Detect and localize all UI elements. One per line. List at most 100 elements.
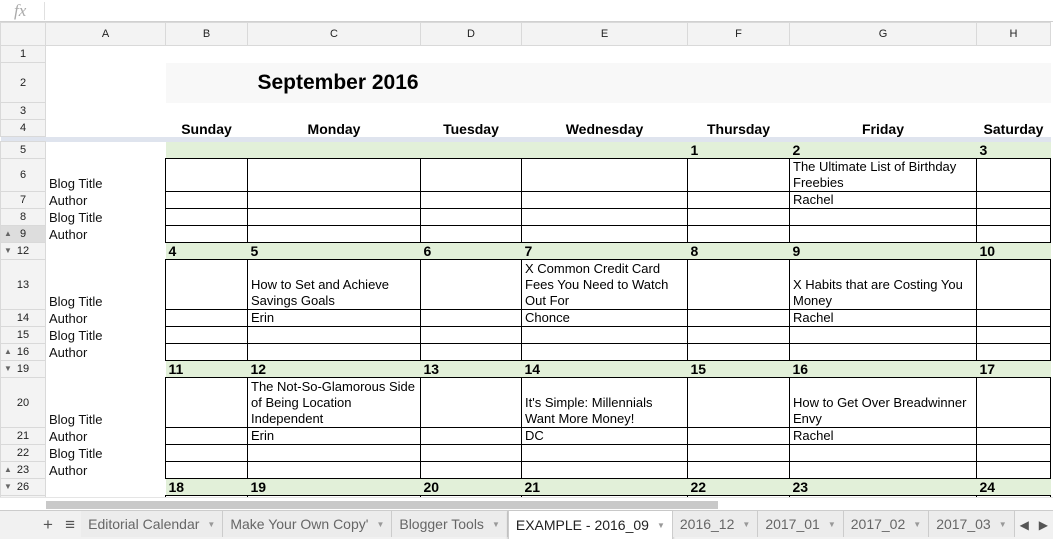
sheet-tab[interactable]: EXAMPLE - 2016_09 ▼: [507, 511, 673, 539]
sheet-tab-menu-icon[interactable]: ▼: [492, 520, 500, 529]
author-cell[interactable]: [976, 191, 1051, 209]
sheet-tab[interactable]: 2016_12 ▼: [672, 511, 759, 537]
blog-title-cell[interactable]: It's Simple: Millennials Want More Money…: [521, 377, 688, 428]
cell[interactable]: [247, 326, 421, 344]
row-header[interactable]: 14: [0, 309, 46, 327]
row-header[interactable]: 8: [0, 208, 46, 226]
cell[interactable]: [789, 461, 977, 479]
date-number[interactable]: 18: [165, 478, 248, 496]
all-sheets-menu-icon[interactable]: ≡: [59, 511, 81, 539]
cell[interactable]: [789, 343, 977, 361]
author-cell[interactable]: [420, 191, 522, 209]
row-header[interactable]: 3: [0, 102, 46, 120]
cell[interactable]: [521, 461, 688, 479]
date-number[interactable]: 10: [976, 242, 1051, 260]
column-header-H[interactable]: H: [976, 22, 1051, 46]
author-cell[interactable]: [521, 191, 688, 209]
cell[interactable]: [165, 208, 248, 226]
expand-group-icon[interactable]: ▼: [4, 244, 12, 259]
cell[interactable]: [688, 46, 790, 63]
row-header[interactable]: 6: [0, 158, 46, 192]
date-number[interactable]: [521, 141, 688, 159]
date-number[interactable]: 11: [165, 360, 248, 378]
sheet-tab-menu-icon[interactable]: ▼: [657, 521, 665, 530]
sheet-tab-menu-icon[interactable]: ▼: [376, 520, 384, 529]
cell[interactable]: [166, 103, 248, 120]
author-cell[interactable]: [420, 309, 522, 327]
cell[interactable]: [165, 343, 248, 361]
cell[interactable]: [46, 120, 166, 137]
cell[interactable]: [420, 208, 522, 226]
column-header-D[interactable]: D: [420, 22, 522, 46]
cell[interactable]: [521, 326, 688, 344]
date-number[interactable]: [247, 141, 421, 159]
blog-title-cell[interactable]: [521, 158, 688, 192]
cell[interactable]: [521, 343, 688, 361]
row-header[interactable]: 23 ▲: [0, 461, 46, 479]
cell[interactable]: [976, 444, 1051, 462]
row-header[interactable]: 13: [0, 259, 46, 310]
cell[interactable]: [687, 461, 790, 479]
author-cell[interactable]: Rachel: [789, 191, 977, 209]
date-number[interactable]: 23: [789, 478, 977, 496]
date-number[interactable]: 15: [687, 360, 790, 378]
row-header[interactable]: 9 ▲: [0, 225, 46, 243]
cell[interactable]: [522, 46, 688, 63]
cell[interactable]: [687, 208, 790, 226]
author-cell[interactable]: [687, 427, 790, 445]
cell[interactable]: [789, 225, 977, 243]
date-number[interactable]: 13: [420, 360, 522, 378]
cell[interactable]: [687, 225, 790, 243]
cell[interactable]: [248, 46, 421, 63]
author-cell[interactable]: [165, 191, 248, 209]
date-number[interactable]: 7: [521, 242, 688, 260]
cell[interactable]: [165, 444, 248, 462]
row-header[interactable]: 16 ▲: [0, 343, 46, 361]
date-number[interactable]: 9: [789, 242, 977, 260]
row-header[interactable]: 2: [0, 62, 46, 103]
column-header-G[interactable]: G: [789, 22, 977, 46]
cell[interactable]: [521, 444, 688, 462]
row-header[interactable]: 4: [0, 119, 46, 137]
add-sheet-icon[interactable]: +: [37, 511, 59, 539]
author-cell[interactable]: [976, 309, 1051, 327]
author-cell[interactable]: [247, 191, 421, 209]
sheet-tab-menu-icon[interactable]: ▼: [828, 520, 836, 529]
cell[interactable]: [522, 103, 688, 120]
date-number[interactable]: 8: [687, 242, 790, 260]
row-header[interactable]: 26 ▼: [0, 478, 46, 496]
author-cell[interactable]: [165, 427, 248, 445]
blog-title-cell[interactable]: [976, 158, 1051, 192]
expand-group-icon[interactable]: ▼: [4, 362, 12, 377]
date-number[interactable]: 21: [521, 478, 688, 496]
cell[interactable]: [789, 208, 977, 226]
date-number[interactable]: 16: [789, 360, 977, 378]
horizontal-scrollbar[interactable]: [0, 497, 1053, 510]
sheet-tab-menu-icon[interactable]: ▼: [999, 520, 1007, 529]
cell[interactable]: [46, 63, 166, 103]
cell[interactable]: [247, 225, 421, 243]
cell[interactable]: [976, 208, 1051, 226]
blog-title-cell[interactable]: [687, 158, 790, 192]
row-header[interactable]: 1: [0, 45, 46, 63]
cell[interactable]: [790, 103, 977, 120]
row-header[interactable]: 22: [0, 444, 46, 462]
cell[interactable]: [247, 343, 421, 361]
formula-bar[interactable]: fx: [0, 0, 1053, 22]
blog-title-cell[interactable]: [420, 377, 522, 428]
author-cell[interactable]: Rachel: [789, 309, 977, 327]
date-number[interactable]: 1: [687, 141, 790, 159]
cell[interactable]: [166, 46, 248, 63]
cell[interactable]: [247, 444, 421, 462]
row-header[interactable]: 19 ▼: [0, 360, 46, 378]
author-cell[interactable]: Erin: [247, 309, 421, 327]
row-header[interactable]: 21: [0, 427, 46, 445]
cell[interactable]: [165, 225, 248, 243]
blog-title-cell[interactable]: [420, 158, 522, 192]
date-number[interactable]: [165, 141, 248, 159]
row-header[interactable]: 15: [0, 326, 46, 344]
cell[interactable]: [165, 461, 248, 479]
blog-title-cell[interactable]: [976, 377, 1051, 428]
blog-title-cell[interactable]: The Not-So-Glamorous Side of Being Locat…: [247, 377, 421, 428]
expand-group-icon[interactable]: ▼: [4, 480, 12, 495]
